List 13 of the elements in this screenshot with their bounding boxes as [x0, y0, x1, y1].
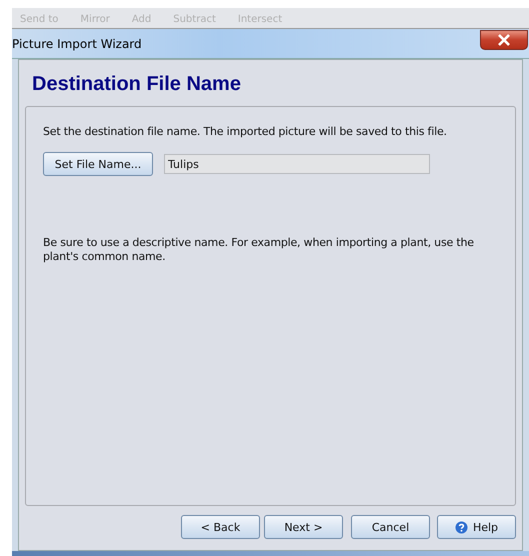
- help-icon: [454, 520, 468, 534]
- page-heading: Destination File Name: [31, 72, 242, 97]
- wizard-button[interactable]: Next >: [264, 515, 343, 539]
- hint-text: Be sure to use a descriptive name. For example, when importing a plant, use the plant's common name.: [43, 236, 475, 264]
- wizard-button[interactable]: < Back: [181, 515, 260, 539]
- file-name-field[interactable]: Tulips: [164, 154, 430, 174]
- close-button[interactable]: [480, 30, 528, 50]
- close-icon: [497, 34, 511, 46]
- set-file-name-button[interactable]: Set File Name...: [43, 152, 153, 176]
- wizard-button[interactable]: Cancel: [351, 515, 430, 539]
- window-title: Picture Import Wizard: [12, 36, 142, 50]
- instruction-text: Set the destination file name. The imported picture will be saved to this file.: [43, 125, 448, 138]
- help-button[interactable]: Help: [437, 515, 516, 539]
